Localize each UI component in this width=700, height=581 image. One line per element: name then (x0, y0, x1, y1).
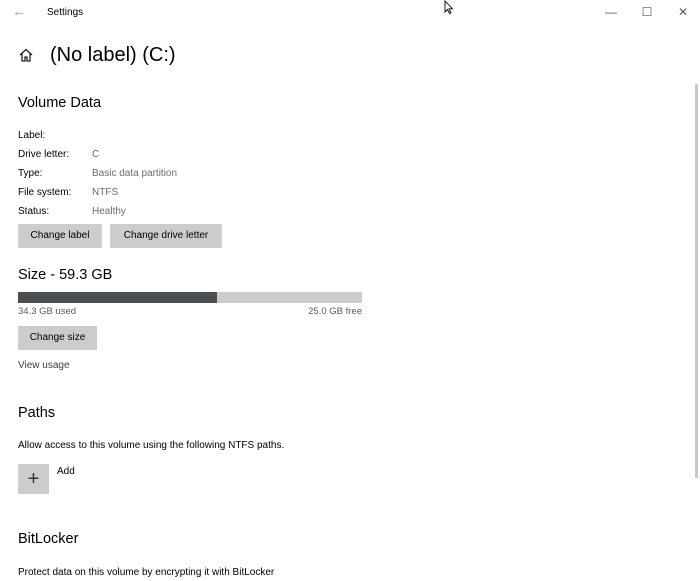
close-icon[interactable]: ✕ (676, 5, 690, 19)
back-arrow-icon[interactable]: ← (11, 3, 27, 19)
view-usage-link[interactable]: View usage (18, 360, 70, 371)
storage-usage-bar (18, 292, 362, 303)
change-size-button[interactable]: Change size (18, 326, 97, 350)
maximize-icon[interactable]: ☐ (640, 5, 654, 19)
size-heading: Size - 59.3 GB (18, 267, 113, 283)
page-title: (No label) (C:) (50, 44, 176, 66)
scrollbar[interactable] (695, 84, 698, 478)
add-path-label[interactable]: Add (57, 466, 75, 477)
window-title: Settings (47, 7, 84, 18)
bitlocker-heading: BitLocker (18, 531, 79, 547)
minimize-icon[interactable]: — (604, 5, 618, 19)
type-prop-label: Type: (18, 168, 43, 179)
volume-data-heading: Volume Data (18, 95, 102, 111)
paths-description: Allow access to this volume using the fo… (18, 440, 285, 451)
used-space-text: 34.3 GB used (18, 306, 77, 317)
label-prop-label: Label: (18, 130, 46, 141)
drive-letter-prop-label: Drive letter: (18, 149, 70, 160)
title-bar: ← Settings — ☐ ✕ (0, 0, 700, 26)
home-icon[interactable] (18, 47, 34, 63)
drive-letter-prop-value: C (92, 149, 100, 160)
free-space-text: 25.0 GB free (308, 306, 362, 317)
file-system-prop-value: NTFS (92, 187, 119, 198)
change-drive-letter-button[interactable]: Change drive letter (110, 224, 222, 248)
add-path-button[interactable]: + (18, 464, 49, 494)
bitlocker-description: Protect data on this volume by encryptin… (18, 567, 275, 578)
status-prop-label: Status: (18, 206, 50, 217)
paths-heading: Paths (18, 405, 56, 421)
plus-icon: + (27, 468, 40, 490)
status-prop-value: Healthy (92, 206, 126, 217)
type-prop-value: Basic data partition (92, 168, 178, 179)
change-label-button[interactable]: Change label (18, 224, 102, 248)
file-system-prop-label: File system: (18, 187, 72, 198)
storage-usage-bar-fill (18, 292, 217, 303)
mouse-cursor-icon (444, 0, 454, 14)
